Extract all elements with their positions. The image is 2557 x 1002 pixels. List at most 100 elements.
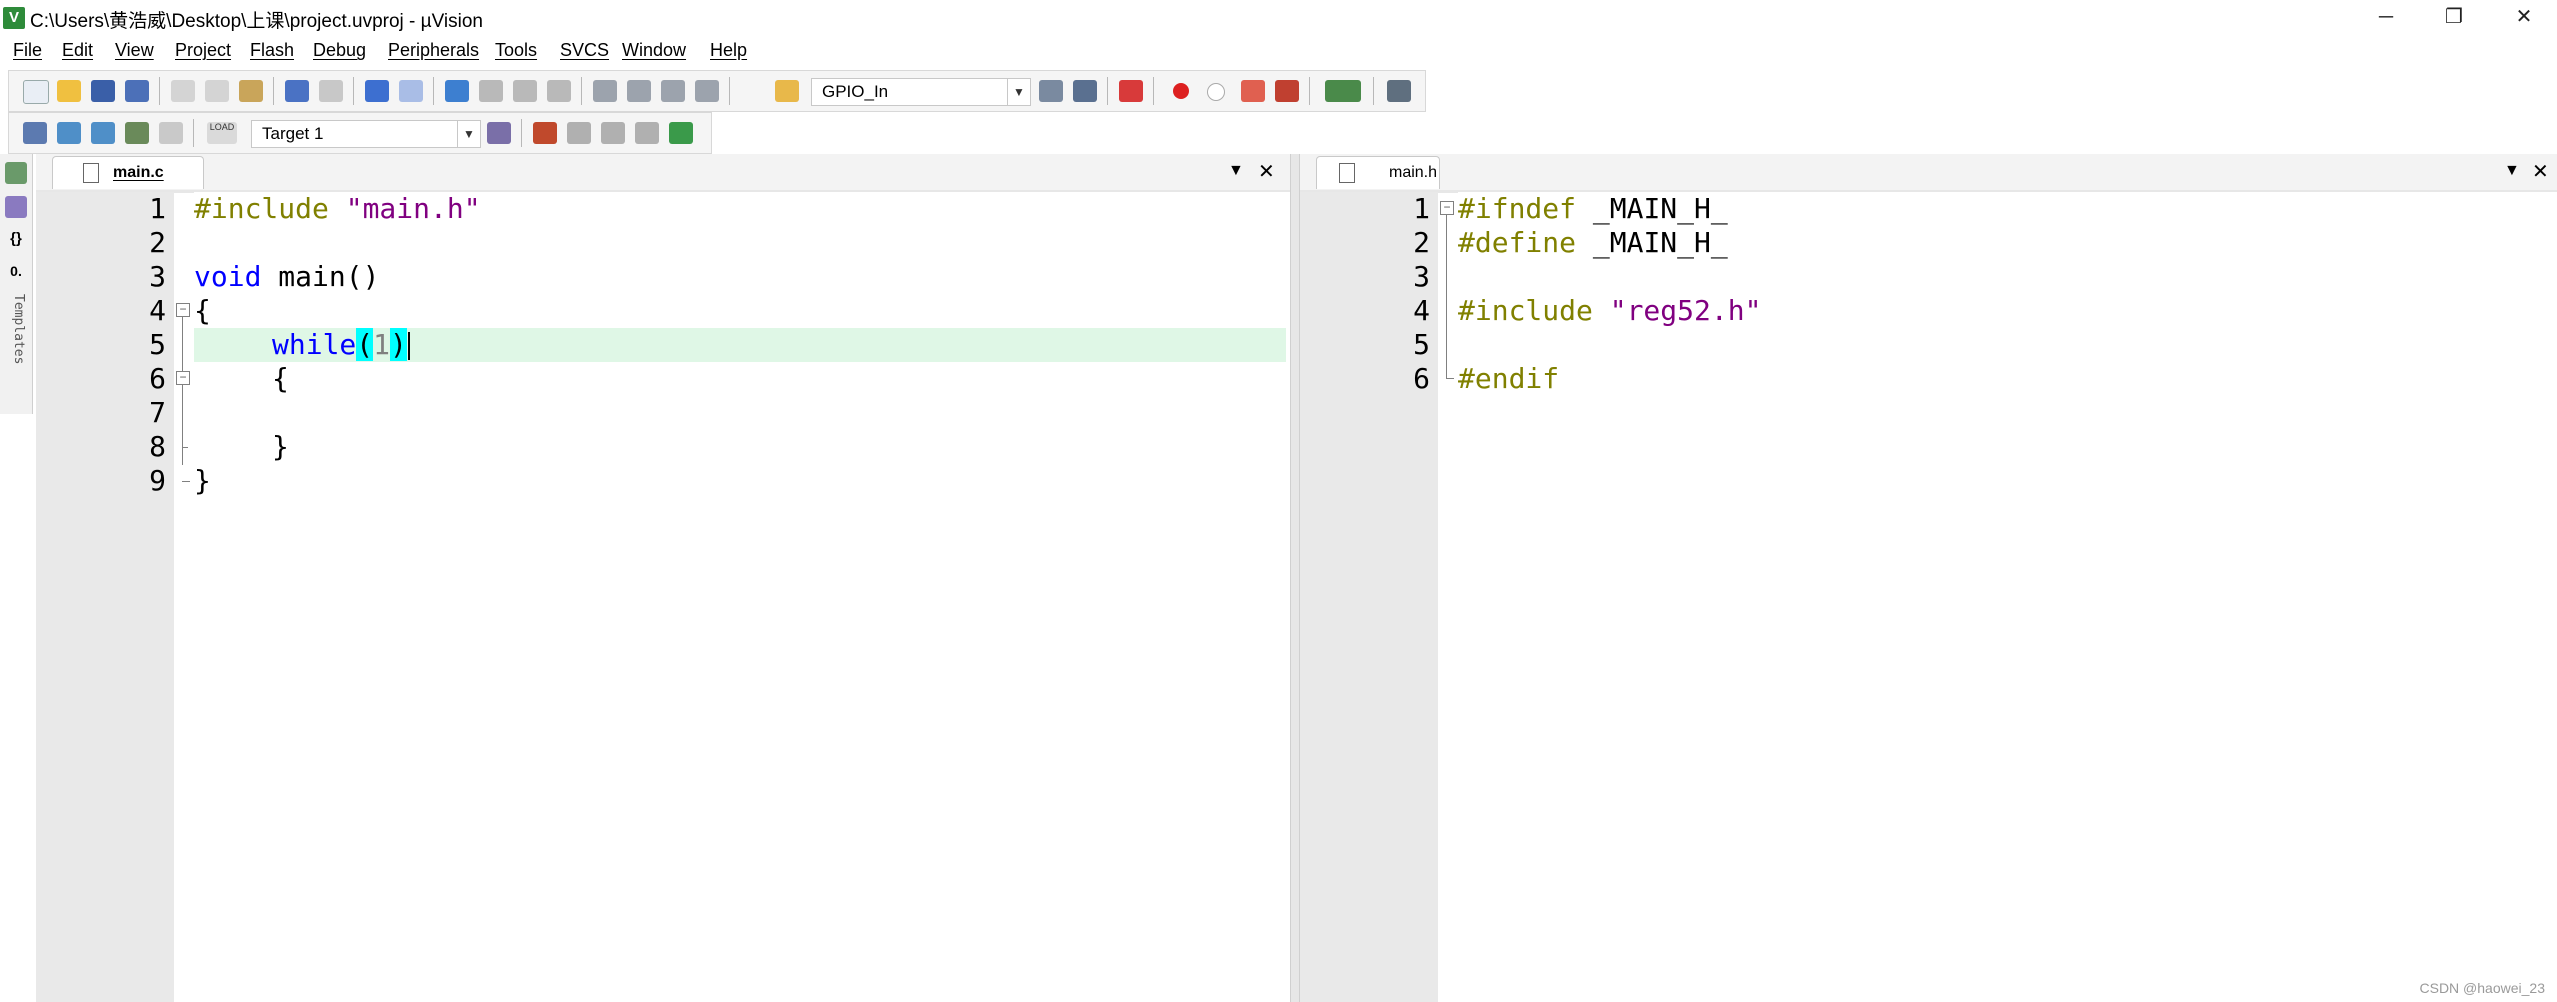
line-number: 5 xyxy=(149,328,166,361)
download-load-icon[interactable]: LOAD xyxy=(207,122,237,144)
indent-icon[interactable] xyxy=(593,80,617,102)
redo-icon[interactable] xyxy=(319,80,343,102)
next-bookmark-icon[interactable] xyxy=(513,80,537,102)
insert-bookmark-icon[interactable] xyxy=(445,80,469,102)
code-line: #include "main.h" xyxy=(194,192,481,225)
toolbar-separator xyxy=(521,119,522,147)
configure-wrench-icon[interactable] xyxy=(1387,80,1411,102)
window-layout-icon[interactable] xyxy=(1325,80,1361,102)
tab-list-dropdown-icon[interactable]: ▼ xyxy=(2504,162,2520,180)
fold-guide xyxy=(1446,215,1447,379)
save-icon[interactable] xyxy=(91,80,115,102)
unindent-icon[interactable] xyxy=(627,80,651,102)
line-number: 3 xyxy=(1413,260,1430,293)
line-number: 2 xyxy=(1413,226,1430,259)
code-line: #ifndef _MAIN_H_ xyxy=(1458,192,1728,225)
uncomment-icon[interactable] xyxy=(695,80,719,102)
editor-pane-main-c: main.c ▼ ✕ 1 2 3 4 5 6 7 8 9 − − #includ… xyxy=(36,154,1290,1002)
templates-window-icon[interactable]: 0. xyxy=(5,260,27,282)
close-button[interactable]: ✕ xyxy=(2494,0,2554,34)
previous-bookmark-icon[interactable] xyxy=(479,80,503,102)
fold-guide xyxy=(182,317,183,465)
restore-button[interactable]: ❐ xyxy=(2424,0,2484,34)
enable-breakpoint-icon[interactable] xyxy=(1207,83,1225,101)
menu-file[interactable]: File xyxy=(13,40,42,61)
find-in-files-icon[interactable] xyxy=(775,80,799,102)
open-file-icon[interactable] xyxy=(57,80,81,102)
document-icon xyxy=(83,163,99,183)
navigate-forward-icon[interactable] xyxy=(399,80,423,102)
line-number: 2 xyxy=(149,226,166,259)
books-window-icon[interactable] xyxy=(5,196,27,218)
fold-collapse-icon[interactable]: − xyxy=(1440,201,1454,215)
clear-bookmarks-icon[interactable] xyxy=(547,80,571,102)
translate-icon[interactable] xyxy=(23,122,47,144)
text-caret xyxy=(407,332,410,360)
incremental-find-icon[interactable] xyxy=(1073,80,1097,102)
navigate-back-icon[interactable] xyxy=(365,80,389,102)
find-combo-value: GPIO_In xyxy=(822,82,889,101)
tab-list-dropdown-icon[interactable]: ▼ xyxy=(1228,162,1244,180)
menu-project[interactable]: Project xyxy=(175,40,231,61)
menu-edit[interactable]: Edit xyxy=(62,40,93,61)
cut-icon[interactable] xyxy=(171,80,195,102)
toolbar-separator xyxy=(273,77,274,105)
functions-window-icon[interactable]: {} xyxy=(5,228,27,250)
pack-installer-icon[interactable] xyxy=(635,122,659,144)
build-icon[interactable] xyxy=(57,122,81,144)
manage-components-icon[interactable] xyxy=(533,122,557,144)
rebuild-icon[interactable] xyxy=(91,122,115,144)
menu-debug[interactable]: Debug xyxy=(313,40,366,61)
line-number: 1 xyxy=(149,192,166,225)
manage-rte-icon[interactable] xyxy=(601,122,625,144)
code-line: #endif xyxy=(1458,362,1560,395)
toolbar-separator xyxy=(1107,77,1108,105)
close-tab-icon[interactable]: ✕ xyxy=(2532,159,2549,184)
paste-icon[interactable] xyxy=(239,80,263,102)
close-tab-icon[interactable]: ✕ xyxy=(1258,159,1275,184)
copy-icon[interactable] xyxy=(205,80,229,102)
kill-breakpoints-icon[interactable] xyxy=(1275,80,1299,102)
project-window-icon[interactable] xyxy=(5,162,27,184)
insert-breakpoint-icon[interactable] xyxy=(1173,83,1189,99)
minimize-button[interactable]: ─ xyxy=(2356,0,2416,34)
menu-view[interactable]: View xyxy=(115,40,154,61)
tab-main-h[interactable]: main.h xyxy=(1316,156,1440,189)
target-combo[interactable]: Target 1 ▼ xyxy=(251,120,481,148)
matched-paren: ( xyxy=(356,328,374,361)
disable-breakpoints-icon[interactable] xyxy=(1241,80,1265,102)
find-icon[interactable] xyxy=(1039,80,1063,102)
select-packs-icon[interactable] xyxy=(567,122,591,144)
code-editor-main-h[interactable]: #ifndef _MAIN_H_ #define _MAIN_H_ #inclu… xyxy=(1458,192,2557,1002)
save-all-icon[interactable] xyxy=(125,80,149,102)
toolbar-separator xyxy=(1373,77,1374,105)
menu-flash[interactable]: Flash xyxy=(250,40,294,61)
new-file-icon[interactable] xyxy=(23,80,49,104)
menu-window[interactable]: Window xyxy=(622,40,686,61)
fold-collapse-icon[interactable]: − xyxy=(176,303,190,317)
code-editor-main-c[interactable]: #include "main.h" void main() { while(1)… xyxy=(194,192,1290,1002)
fold-collapse-icon[interactable]: − xyxy=(176,371,190,385)
find-combo[interactable]: GPIO_In ▼ xyxy=(811,78,1031,106)
options-for-target-icon[interactable] xyxy=(487,122,511,144)
menu-peripherals[interactable]: Peripherals xyxy=(388,40,479,61)
matched-paren: ) xyxy=(390,328,407,361)
tab-main-c[interactable]: main.c xyxy=(52,156,204,189)
code-line-current: while(1) xyxy=(272,328,1290,362)
uvision-app-icon: V xyxy=(3,7,25,29)
pane-splitter[interactable] xyxy=(1290,154,1300,1002)
toolbar-separator xyxy=(159,77,160,105)
chevron-down-icon[interactable]: ▼ xyxy=(457,121,480,147)
menu-svcs[interactable]: SVCS xyxy=(560,40,609,61)
menu-tools[interactable]: Tools xyxy=(495,40,537,61)
start-debug-icon[interactable] xyxy=(1119,80,1143,102)
comment-icon[interactable] xyxy=(661,80,685,102)
undo-icon[interactable] xyxy=(285,80,309,102)
run-time-environment-icon[interactable] xyxy=(669,122,693,144)
stop-build-icon[interactable] xyxy=(159,122,183,144)
chevron-down-icon[interactable]: ▼ xyxy=(1007,79,1030,105)
menu-bar: File Edit View Project Flash Debug Perip… xyxy=(0,36,2557,66)
batch-build-icon[interactable] xyxy=(125,122,149,144)
templates-tab-label[interactable]: Templates xyxy=(4,294,26,364)
menu-help[interactable]: Help xyxy=(710,40,747,61)
